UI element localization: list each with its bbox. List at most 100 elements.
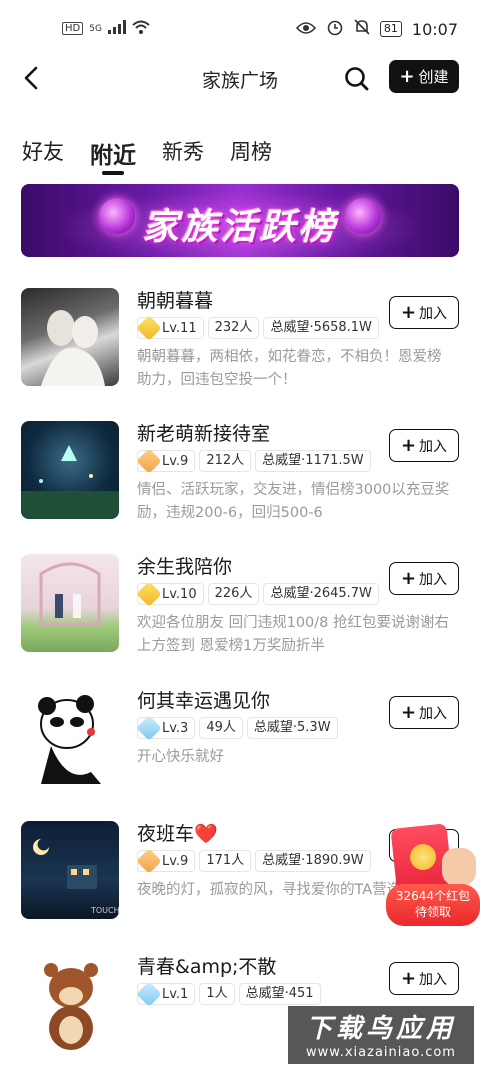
level-badge: Lv.10 [136,581,204,607]
level-diamond-icon [136,715,162,741]
family-name: 青春&amp;不散 [137,956,277,978]
watermark-title: 下载鸟应用 [305,1014,456,1044]
join-button[interactable]: +加入 [389,962,459,995]
family-item[interactable]: 何其幸运遇见你 Lv.3 49人 总威望·5.3W 开心快乐就好 + 加入 [0,680,480,800]
family-avatar [21,421,119,519]
join-label: 加入 [419,305,448,322]
family-name: 余生我陪你 [137,556,233,578]
level-diamond-icon [136,981,162,1007]
member-count: 1人 [199,983,235,1005]
level-badge: Lv.11 [136,315,204,341]
level-text: Lv.10 [162,586,197,602]
create-label: 创建 [418,68,449,86]
family-name: 何其幸运遇见你 [137,690,271,712]
tab-weekly[interactable]: 周榜 [230,136,272,172]
status-time: 10:07 [411,19,458,39]
mute-icon [354,18,370,40]
family-name: 夜班车❤️ [137,823,218,845]
join-label: 加入 [419,571,448,588]
family-item[interactable]: 新老萌新接待室 Lv.9 212人 总威望·1171.5W 情侣、活跃玩家，交友… [0,413,480,533]
hd-indicator: HD [62,22,84,35]
plus-icon: + [400,701,417,723]
alarm-icon [326,18,344,40]
family-meta: Lv.9 171人 总威望·1890.9W [136,848,371,874]
level-badge: Lv.3 [136,715,196,741]
status-bar: HD 5G 81 10:07 [0,0,480,60]
level-text: Lv.9 [162,453,189,469]
member-count: 171人 [199,850,252,872]
family-meta: Lv.1 1人 总威望·451 [136,981,321,1007]
level-text: Lv.11 [162,320,197,336]
prestige-total: 总威望·5658.1W [263,317,379,339]
watermark-url: www.xiazainiao.com [306,1045,456,1060]
join-button[interactable]: +加入 [389,562,459,595]
level-diamond-icon [136,448,162,474]
activity-ranking-banner[interactable]: 家族活跃榜 [21,184,459,257]
wifi-icon [132,20,150,37]
tab-label: 新秀 [162,140,204,164]
plus-icon: + [400,301,417,323]
family-avatar [21,954,119,1052]
family-item[interactable]: 余生我陪你 Lv.10 226人 总威望·2645.7W 欢迎各位朋友 回门违规… [0,546,480,666]
battery-icon: 81 [379,21,402,37]
join-label: 加入 [419,705,448,722]
coin-icon [410,844,436,870]
level-text: Lv.1 [162,986,189,1002]
search-icon [345,67,369,91]
prestige-total: 总威望·1890.9W [255,850,371,872]
join-label: 加入 [419,438,448,455]
join-button[interactable]: +加入 [389,296,459,329]
create-button[interactable]: + 创建 [389,60,459,93]
member-count: 49人 [199,717,243,739]
tab-nearby[interactable]: 附近 [90,136,136,175]
tab-bar: 好友 附近 新秀 周榜 [22,136,272,175]
family-description: 情侣、活跃玩家，交友进，情侣榜3000以充豆奖励，违规200-6，回归500-6 [137,482,450,521]
search-button[interactable] [342,64,372,94]
family-item[interactable]: 朝朝暮暮 Lv.11 232人 总威望·5658.1W 朝朝暮暮，两相依，如花眷… [0,280,480,400]
level-text: Lv.9 [162,853,189,869]
member-count: 232人 [207,317,260,339]
family-avatar [21,688,119,786]
tab-label: 附近 [90,143,136,169]
status-right: 81 10:07 [295,18,458,40]
red-packet-count: 32644个红包 [395,889,471,903]
member-count: 226人 [207,583,260,605]
level-diamond-icon [136,581,162,607]
level-diamond-icon [136,315,162,341]
tab-friends[interactable]: 好友 [22,136,64,172]
red-packet-status: 待领取 [414,905,451,919]
level-text: Lv.3 [162,720,189,736]
header: 家族广场 + 创建 [0,56,480,100]
signal-icon [107,20,126,37]
svg-text:TOUCH: TOUCH [90,906,119,915]
level-badge: Lv.9 [136,848,196,874]
join-button[interactable]: +加入 [389,696,459,729]
signal-label: 5G [89,23,102,34]
family-avatar [21,288,119,386]
family-meta: Lv.10 226人 总威望·2645.7W [136,581,379,607]
plus-icon: + [399,66,415,87]
join-button[interactable]: +加入 [389,429,459,462]
family-name: 新老萌新接待室 [137,423,271,445]
family-name: 朝朝暮暮 [137,290,214,312]
status-left: HD 5G [62,20,150,37]
hand-icon [442,848,476,886]
watermark: 下载鸟应用 www.xiazainiao.com [288,1006,474,1064]
family-description: 朝朝暮暮，两相依，如花眷恋，不相负！恩爱榜助力，回违包空投一个！ [137,349,442,388]
tab-label: 好友 [22,140,64,164]
level-badge: Lv.9 [136,448,196,474]
plus-icon: + [400,967,417,989]
family-avatar: TOUCH [21,821,119,919]
tab-label: 周榜 [230,140,272,164]
prestige-total: 总威望·2645.7W [263,583,379,605]
eye-icon [295,20,316,39]
plus-icon: + [400,567,417,589]
join-label: 加入 [419,971,448,988]
prestige-total: 总威望·5.3W [246,717,338,739]
red-packet-float[interactable]: 32644个红包 待领取 [386,823,480,934]
tab-newcomers[interactable]: 新秀 [162,136,204,172]
family-description: 欢迎各位朋友 回门违规100/8 抢红包要说谢谢右上方签到 恩爱榜1万奖励折半 [137,615,450,654]
tab-active-indicator [102,171,124,175]
level-diamond-icon [136,848,162,874]
red-packet-label: 32644个红包 待领取 [386,884,480,926]
